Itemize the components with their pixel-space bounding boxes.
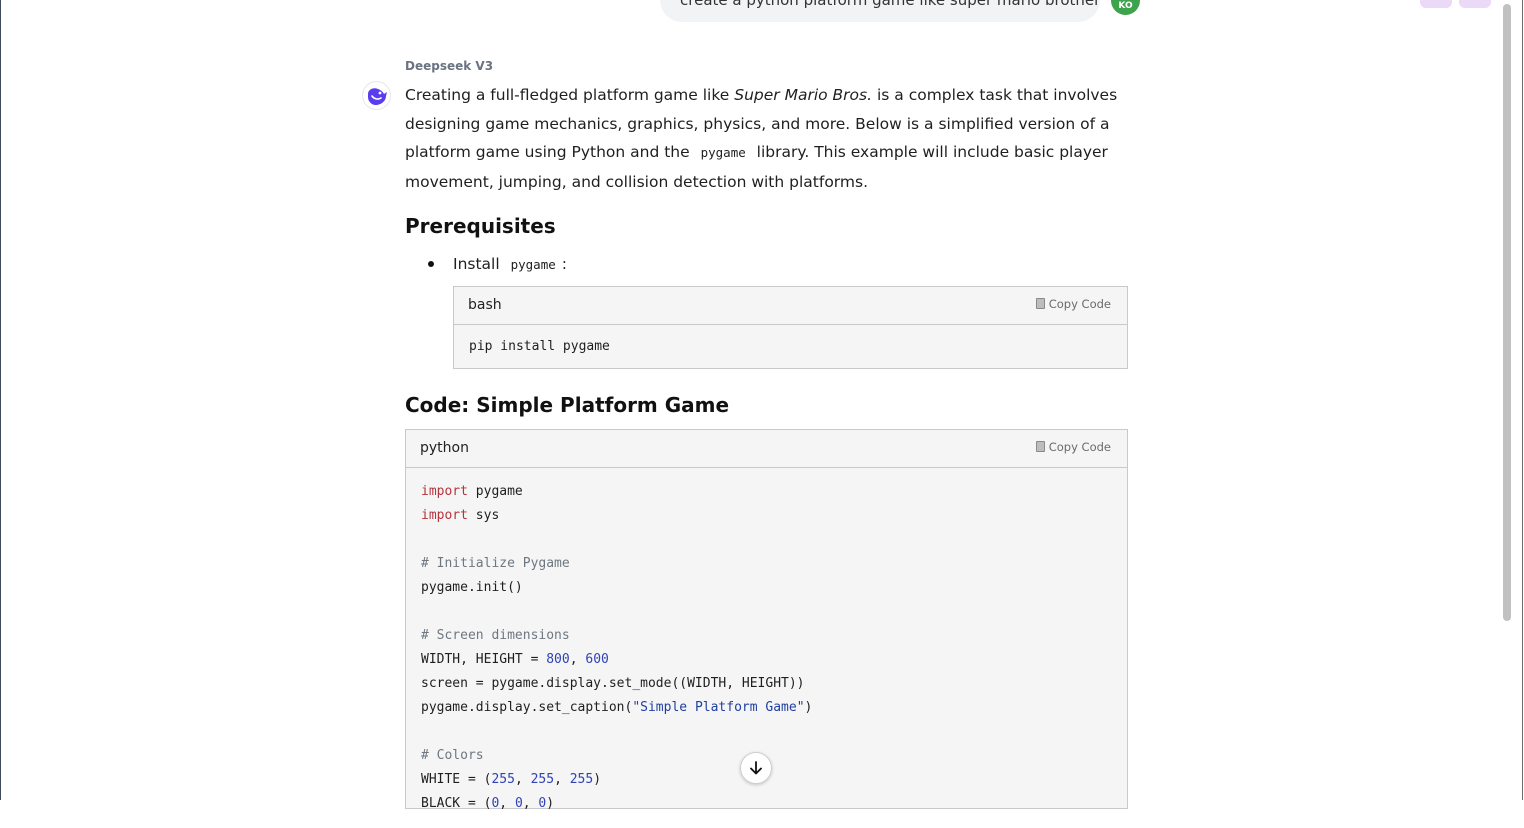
code-language-label: python xyxy=(420,440,469,456)
user-avatar[interactable]: KO xyxy=(1111,0,1140,15)
code-line: pygame.init() xyxy=(421,580,523,595)
user-message-text: create a python platform game like super… xyxy=(680,0,1100,9)
clipboard-icon xyxy=(1035,441,1045,452)
scroll-to-bottom-button[interactable] xyxy=(740,752,772,784)
copy-code-label: Copy Code xyxy=(1048,297,1111,311)
message-action-button[interactable] xyxy=(1459,0,1491,8)
scrollbar-thumb[interactable] xyxy=(1503,4,1511,621)
list-item-text: : xyxy=(561,255,567,273)
copy-code-button[interactable]: Copy Code xyxy=(1035,297,1111,311)
bullet-marker xyxy=(428,261,434,267)
code-language-label: bash xyxy=(468,297,502,313)
intro-text: Creating a full-fledged platform game li… xyxy=(405,86,735,104)
code-line: screen = pygame.display.set_mode((WIDTH,… xyxy=(421,676,805,691)
list-item-text: Install xyxy=(453,255,505,273)
copy-code-button[interactable]: Copy Code xyxy=(1035,440,1111,454)
window-border xyxy=(0,0,1,800)
window-border xyxy=(1522,0,1523,800)
code-block-python: python Copy Code import pygame import sys… xyxy=(405,429,1128,811)
code-line: pygame.display.set_caption("Simple Platf… xyxy=(421,700,813,715)
code-line: import sys xyxy=(421,508,500,523)
intro-italic-title: Super Mario Bros. xyxy=(734,86,873,104)
code-block-header: bash Copy Code xyxy=(454,287,1127,325)
list-item: Install pygame: xyxy=(453,252,567,277)
user-message-bubble: create a python platform game like super… xyxy=(660,0,1100,22)
code-block-bash: bash Copy Code pip install pygame xyxy=(453,286,1128,369)
copy-code-label: Copy Code xyxy=(1048,440,1111,454)
response-intro: Creating a full-fledged platform game li… xyxy=(405,81,1127,196)
deepseek-logo-icon xyxy=(368,88,387,105)
section-heading-prerequisites: Prerequisites xyxy=(405,214,556,238)
model-name: Deepseek V3 xyxy=(405,59,494,73)
section-heading-code: Code: Simple Platform Game xyxy=(405,393,730,417)
code-block-header: python Copy Code xyxy=(406,430,1127,468)
code-line: # Initialize Pygame xyxy=(421,556,570,571)
code-line: import pygame xyxy=(421,484,523,499)
code-line: BLACK = (0, 0, 0) xyxy=(421,796,555,811)
message-action-button[interactable] xyxy=(1420,0,1452,8)
inline-code: pygame xyxy=(700,145,746,160)
clipboard-icon xyxy=(1035,298,1045,309)
model-avatar xyxy=(362,81,391,110)
code-line: WIDTH, HEIGHT = 800, 600 xyxy=(421,652,609,667)
inline-code: pygame xyxy=(510,257,556,272)
code-content: pip install pygame xyxy=(469,339,610,354)
code-line: # Screen dimensions xyxy=(421,628,570,643)
arrow-down-icon xyxy=(750,761,762,775)
